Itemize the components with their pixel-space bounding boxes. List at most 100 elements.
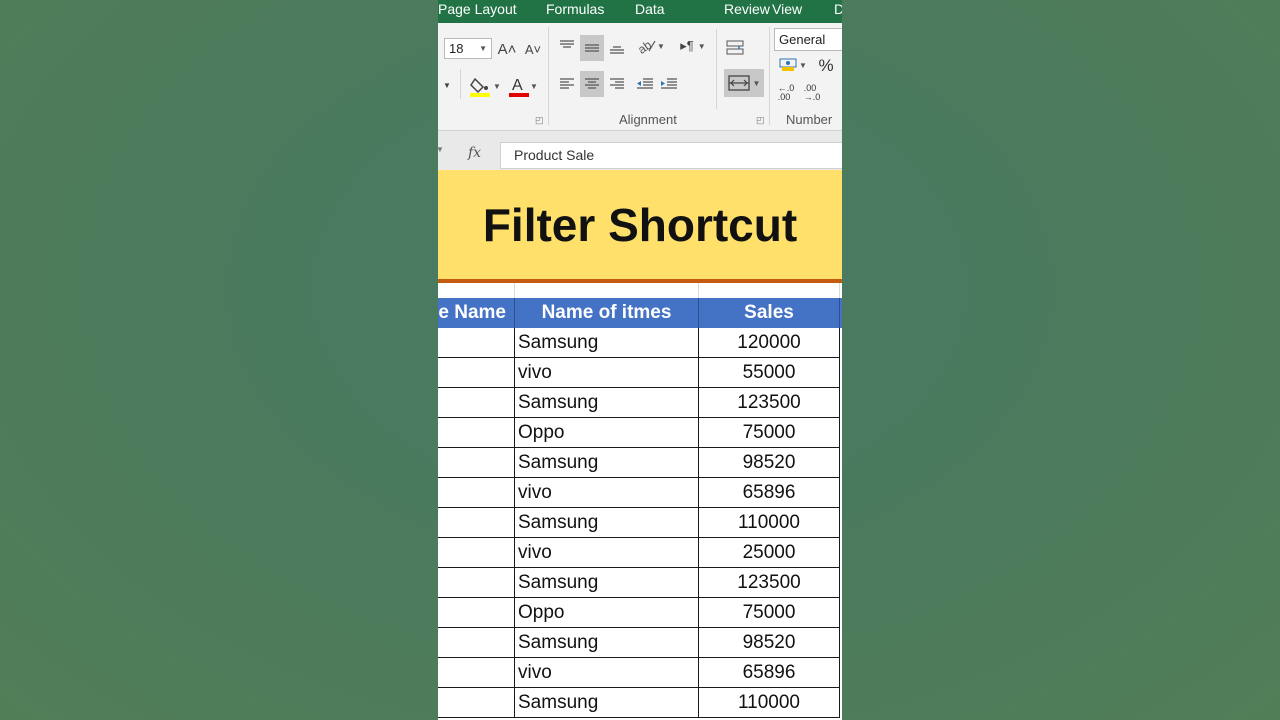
merge-center-button[interactable]: ▼ bbox=[724, 69, 764, 97]
name-box-chevron-icon[interactable]: ▼ bbox=[438, 145, 444, 154]
table-cell-item[interactable]: Samsung bbox=[515, 448, 699, 478]
table-cell-store[interactable] bbox=[438, 448, 515, 478]
table-cell-item[interactable]: vivo bbox=[515, 478, 699, 508]
grow-font-button[interactable]: A˄ bbox=[496, 39, 518, 59]
header-sales[interactable]: Sales bbox=[699, 298, 840, 328]
table-cell-item[interactable]: Oppo bbox=[515, 598, 699, 628]
formula-bar: ▼ fx Product Sale bbox=[438, 131, 842, 170]
ribbon: 18 ▼ A˄ A˅ ▼ ▼ A ▼ ◰ ab ▼ ▸¶ ▼ ▼ Alignme… bbox=[438, 23, 842, 131]
table-cell-item[interactable]: Samsung bbox=[515, 388, 699, 418]
chevron-down-icon: ▼ bbox=[493, 81, 501, 91]
bottom-align-button[interactable] bbox=[606, 37, 628, 59]
grid-cell[interactable] bbox=[699, 283, 840, 298]
middle-align-button[interactable] bbox=[580, 35, 604, 61]
table-cell-store[interactable] bbox=[438, 508, 515, 538]
tab-developer[interactable]: D bbox=[834, 1, 842, 17]
alignment-group-label: Alignment bbox=[619, 112, 677, 127]
table-cell-item[interactable]: Samsung bbox=[515, 688, 699, 718]
alignment-group-launcher-icon[interactable]: ◰ bbox=[756, 115, 765, 126]
header-name-of-items[interactable]: Name of itmes bbox=[515, 298, 699, 328]
table-cell-store[interactable] bbox=[438, 328, 515, 358]
text-direction-button[interactable]: ▸¶ ▼ bbox=[676, 35, 710, 57]
decrease-indent-button[interactable] bbox=[634, 73, 656, 95]
table-cell-item[interactable]: vivo bbox=[515, 358, 699, 388]
align-right-button[interactable] bbox=[606, 73, 628, 95]
increase-decimal-icon: ←.0.00 bbox=[777, 83, 795, 102]
table-cell-sales[interactable]: 98520 bbox=[699, 628, 840, 658]
bottom-align-icon bbox=[610, 46, 624, 54]
grid-cell[interactable] bbox=[438, 283, 515, 298]
table-cell-store[interactable] bbox=[438, 688, 515, 718]
divider bbox=[460, 69, 461, 99]
tab-page-layout[interactable]: Page Layout bbox=[438, 1, 517, 17]
tab-formulas[interactable]: Formulas bbox=[546, 1, 604, 17]
table-cell-sales[interactable]: 65896 bbox=[699, 478, 840, 508]
number-format-box[interactable]: General bbox=[774, 28, 842, 51]
align-center-button[interactable] bbox=[580, 71, 604, 97]
table-cell-sales[interactable]: 120000 bbox=[699, 328, 840, 358]
table-cell-sales[interactable]: 75000 bbox=[699, 598, 840, 628]
table-cell-store[interactable] bbox=[438, 388, 515, 418]
tab-review[interactable]: Review bbox=[724, 1, 770, 17]
table-cell-sales[interactable]: 75000 bbox=[699, 418, 840, 448]
table-cell-sales[interactable]: 25000 bbox=[699, 538, 840, 568]
increase-indent-button[interactable] bbox=[658, 73, 680, 95]
merge-cells-icon bbox=[727, 75, 750, 91]
table-cell-sales[interactable]: 98520 bbox=[699, 448, 840, 478]
table-cell-sales[interactable]: 110000 bbox=[699, 688, 840, 718]
align-left-icon bbox=[560, 78, 574, 89]
grid-cell[interactable] bbox=[515, 283, 699, 298]
tab-data[interactable]: Data bbox=[635, 1, 665, 17]
table-cell-item[interactable]: Samsung bbox=[515, 628, 699, 658]
chevron-down-icon: ▼ bbox=[657, 41, 665, 51]
table-cell-store[interactable] bbox=[438, 418, 515, 448]
table-cell-item[interactable]: Oppo bbox=[515, 418, 699, 448]
worksheet-grid[interactable]: e Name Name of itmes Sales Samsung 120000… bbox=[438, 283, 842, 720]
table-cell-store[interactable] bbox=[438, 358, 515, 388]
font-size-value: 18 bbox=[449, 41, 464, 56]
table-cell-sales[interactable]: 55000 bbox=[699, 358, 840, 388]
shrink-font-button[interactable]: A˅ bbox=[522, 39, 544, 59]
paragraph-direction-icon: ▸¶ bbox=[680, 38, 694, 53]
title-banner[interactable]: Filter Shortcut bbox=[438, 170, 842, 283]
middle-align-icon bbox=[585, 44, 599, 52]
excel-window: Page Layout Formulas Data Review View D … bbox=[438, 0, 842, 720]
table-cell-item[interactable]: vivo bbox=[515, 658, 699, 688]
border-dropdown[interactable]: ▼ bbox=[440, 75, 454, 95]
table-cell-item[interactable]: Samsung bbox=[515, 328, 699, 358]
table-cell-store[interactable] bbox=[438, 598, 515, 628]
header-store-name[interactable]: e Name bbox=[438, 298, 515, 328]
font-color-button[interactable]: A ▼ bbox=[506, 73, 540, 99]
insert-function-icon[interactable]: fx bbox=[468, 145, 481, 161]
font-size-box[interactable]: 18 ▼ bbox=[444, 38, 492, 59]
table-cell-store[interactable] bbox=[438, 538, 515, 568]
table-cell-item[interactable]: Samsung bbox=[515, 568, 699, 598]
increase-decimal-button[interactable]: ←.0.00 bbox=[774, 81, 798, 105]
table-cell-store[interactable] bbox=[438, 568, 515, 598]
table-cell-item[interactable]: Samsung bbox=[515, 508, 699, 538]
table-cell-item[interactable]: vivo bbox=[515, 538, 699, 568]
fill-color-button[interactable]: ▼ bbox=[468, 73, 502, 99]
table-cell-store[interactable] bbox=[438, 658, 515, 688]
table-cell-sales[interactable]: 110000 bbox=[699, 508, 840, 538]
formula-input[interactable]: Product Sale bbox=[500, 142, 842, 169]
top-align-icon bbox=[560, 40, 574, 48]
chevron-down-icon: ▼ bbox=[752, 78, 761, 88]
table-cell-sales[interactable]: 123500 bbox=[699, 568, 840, 598]
tab-view[interactable]: View bbox=[772, 1, 802, 17]
table-cell-sales[interactable]: 65896 bbox=[699, 658, 840, 688]
table-cell-store[interactable] bbox=[438, 628, 515, 658]
table-cell-store[interactable] bbox=[438, 478, 515, 508]
percent-style-button[interactable]: % bbox=[816, 55, 836, 77]
wrap-text-button[interactable] bbox=[722, 35, 748, 61]
divider bbox=[548, 27, 549, 125]
decrease-decimal-button[interactable]: .00 →.0 bbox=[800, 81, 824, 105]
font-group-launcher-icon[interactable]: ◰ bbox=[535, 115, 544, 126]
align-left-button[interactable] bbox=[556, 73, 578, 95]
orientation-button[interactable]: ab ▼ bbox=[634, 35, 668, 57]
table-cell-sales[interactable]: 123500 bbox=[699, 388, 840, 418]
top-align-button[interactable] bbox=[556, 35, 578, 57]
accounting-format-button[interactable]: ▼ bbox=[776, 55, 810, 75]
divider bbox=[716, 29, 717, 109]
svg-text:A: A bbox=[512, 77, 523, 94]
